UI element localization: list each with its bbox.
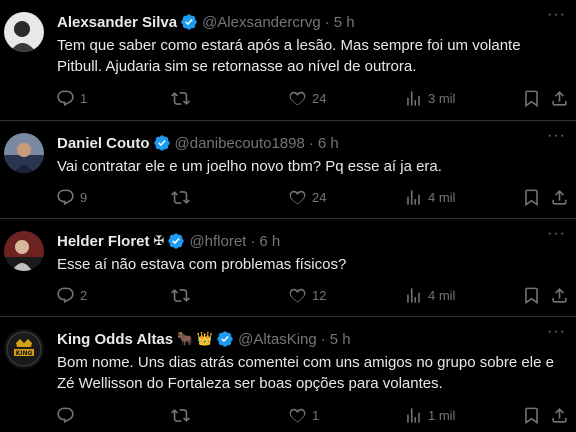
avatar[interactable] bbox=[4, 12, 44, 52]
share-icon bbox=[552, 287, 567, 303]
views-icon bbox=[407, 287, 420, 303]
separator-dot: · bbox=[324, 13, 330, 31]
views-button[interactable]: 1 mil bbox=[404, 406, 455, 425]
views-button[interactable]: 3 mil bbox=[404, 89, 455, 108]
author-handle[interactable]: @danibecouto1898 bbox=[175, 135, 305, 152]
verified-badge-icon bbox=[168, 233, 185, 249]
bookmark-icon bbox=[525, 90, 538, 107]
views-icon bbox=[407, 189, 420, 205]
views-button[interactable]: 4 mil bbox=[404, 188, 455, 207]
verified-badge-icon bbox=[181, 14, 197, 30]
reply-count: 9 bbox=[80, 189, 88, 205]
author-handle[interactable]: @Alexsandercrvg bbox=[202, 14, 321, 31]
bookmark-button[interactable] bbox=[522, 406, 541, 425]
retweet-icon bbox=[171, 190, 190, 204]
views-count: 3 mil bbox=[428, 90, 456, 106]
like-button[interactable]: 1 bbox=[288, 406, 319, 425]
svg-text:KING: KING bbox=[16, 350, 33, 357]
views-icon bbox=[407, 407, 420, 423]
reply-count: 1 bbox=[80, 90, 88, 106]
name-emoji: ✠ bbox=[153, 233, 165, 248]
like-count: 1 bbox=[312, 407, 320, 423]
views-count: 4 mil bbox=[428, 189, 456, 205]
tweet[interactable]: Daniel Couto @danibecouto1898 · 6 h ··· … bbox=[0, 121, 576, 219]
author-name[interactable]: King Odds Altas bbox=[57, 331, 173, 348]
more-options-icon[interactable]: ··· bbox=[547, 6, 566, 24]
bookmark-icon bbox=[525, 287, 538, 304]
share-button[interactable] bbox=[550, 286, 569, 305]
separator-dot: · bbox=[308, 134, 314, 152]
reply-icon bbox=[57, 189, 74, 205]
retweet-icon bbox=[171, 288, 190, 302]
reply-button[interactable] bbox=[56, 406, 80, 425]
views-count: 1 mil bbox=[428, 407, 456, 423]
reply-button[interactable]: 9 bbox=[56, 188, 87, 207]
reply-icon bbox=[57, 90, 74, 106]
reply-icon bbox=[57, 407, 74, 423]
timestamp[interactable]: 6 h bbox=[259, 233, 280, 250]
avatar[interactable] bbox=[4, 231, 44, 271]
like-button[interactable]: 24 bbox=[288, 89, 326, 108]
like-button[interactable]: 12 bbox=[288, 286, 326, 305]
author-handle[interactable]: @AltasKing bbox=[238, 331, 317, 348]
like-button[interactable]: 24 bbox=[288, 188, 326, 207]
share-button[interactable] bbox=[550, 406, 569, 425]
heart-icon bbox=[289, 408, 306, 422]
timestamp[interactable]: 5 h bbox=[334, 14, 355, 31]
author-handle[interactable]: @hfloret bbox=[189, 233, 246, 250]
reply-count: 2 bbox=[80, 287, 88, 303]
tweet-text: Vai contratar ele e um joelho novo tbm? … bbox=[57, 158, 442, 175]
bookmark-button[interactable] bbox=[522, 89, 541, 108]
views-count: 4 mil bbox=[428, 287, 456, 303]
avatar[interactable] bbox=[4, 133, 44, 173]
share-button[interactable] bbox=[550, 188, 569, 207]
name-emoji: 🐂 👑 bbox=[177, 331, 214, 346]
bookmark-button[interactable] bbox=[522, 286, 541, 305]
share-icon bbox=[552, 189, 567, 205]
share-button[interactable] bbox=[550, 89, 569, 108]
share-icon bbox=[552, 90, 567, 106]
separator-dot: · bbox=[320, 330, 326, 348]
verified-badge-icon bbox=[153, 135, 170, 151]
like-count: 24 bbox=[312, 189, 327, 205]
bookmark-icon bbox=[525, 189, 538, 206]
tweet-text: Tem que saber como estará após a lesão. … bbox=[57, 37, 521, 75]
retweet-button[interactable] bbox=[171, 89, 195, 108]
author-name[interactable]: Helder Floret bbox=[57, 233, 150, 250]
author-name[interactable]: Alexsander Silva bbox=[57, 14, 177, 31]
retweet-button[interactable] bbox=[171, 188, 195, 207]
tweet[interactable]: KING King Odds Altas 🐂 👑 @AltasKing · 5 … bbox=[0, 317, 576, 432]
timestamp[interactable]: 5 h bbox=[330, 331, 351, 348]
separator-dot: · bbox=[250, 232, 256, 250]
more-options-icon[interactable]: ··· bbox=[547, 127, 566, 145]
reply-button[interactable]: 1 bbox=[56, 89, 87, 108]
reply-button[interactable]: 2 bbox=[56, 286, 87, 305]
views-icon bbox=[407, 90, 420, 106]
heart-icon bbox=[289, 288, 306, 302]
heart-icon bbox=[289, 91, 306, 105]
verified-badge-icon bbox=[217, 331, 233, 347]
tweet-text: Esse aí não estava com problemas físicos… bbox=[57, 256, 347, 273]
author-name[interactable]: Daniel Couto bbox=[57, 135, 150, 152]
bookmark-icon bbox=[525, 407, 538, 424]
retweet-button[interactable] bbox=[171, 286, 195, 305]
bookmark-button[interactable] bbox=[522, 188, 541, 207]
reply-icon bbox=[57, 287, 74, 303]
views-button[interactable]: 4 mil bbox=[404, 286, 455, 305]
retweet-icon bbox=[171, 408, 190, 422]
more-options-icon[interactable]: ··· bbox=[547, 225, 566, 243]
tweet-text: Bom nome. Uns dias atrás comentei com un… bbox=[57, 354, 554, 392]
retweet-button[interactable] bbox=[171, 406, 195, 425]
timestamp[interactable]: 6 h bbox=[318, 135, 339, 152]
like-count: 24 bbox=[312, 90, 327, 106]
like-count: 12 bbox=[312, 287, 327, 303]
heart-icon bbox=[289, 190, 306, 204]
tweet[interactable]: Helder Floret ✠ @hfloret · 6 h ··· Esse … bbox=[0, 219, 576, 317]
more-options-icon[interactable]: ··· bbox=[547, 323, 566, 341]
avatar[interactable]: KING bbox=[4, 329, 44, 369]
share-icon bbox=[552, 407, 567, 423]
tweet[interactable]: Alexsander Silva @Alexsandercrvg · 5 h ·… bbox=[0, 0, 576, 121]
retweet-icon bbox=[171, 91, 190, 105]
